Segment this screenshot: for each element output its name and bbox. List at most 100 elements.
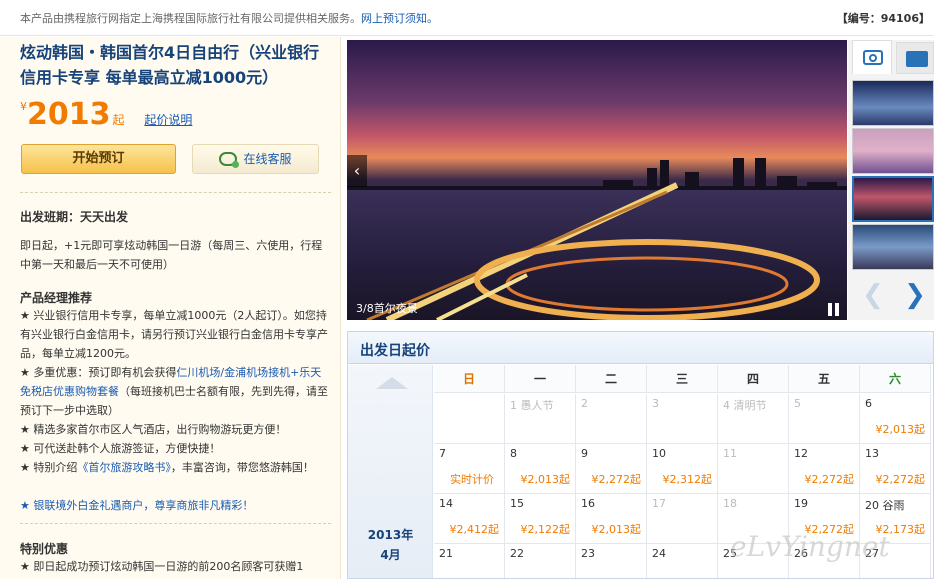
day-number: 15 <box>510 497 524 510</box>
day-number: 10 <box>652 447 666 460</box>
price-explanation-link[interactable]: 起价说明 <box>144 113 192 127</box>
recommend-item-text: ★ 多重优惠：预订即有机会获得 <box>20 366 177 379</box>
calendar-day[interactable]: 14 ¥2,412起 <box>434 494 505 544</box>
seoul-guide-link[interactable]: 《首尔旅游攻略书》 <box>77 461 171 474</box>
calendar-title: 出发日起价 <box>360 343 430 359</box>
day-number: 3 <box>652 397 659 410</box>
day-number: 16 <box>581 497 595 510</box>
day-number: 17 <box>652 497 666 510</box>
weekday-header: 一 <box>505 365 576 393</box>
day-price[interactable]: ¥2,272起 <box>876 471 926 487</box>
weekday-header: 四 <box>718 365 789 393</box>
calendar-year: 2013年 <box>367 528 414 542</box>
day-number: 18 <box>723 497 737 510</box>
recommend-item: ★ 可代送赴韩个人旅游签证，方便快捷！ <box>20 439 330 458</box>
day-number: 19 <box>794 497 808 510</box>
recommend-item-text: ★ 特别介绍 <box>20 461 78 474</box>
thumbnail-next-button[interactable]: ❯ <box>898 278 932 312</box>
recommend-item-text: ★ 可代送赴韩个人旅游签证，方便快捷！ <box>20 442 221 455</box>
start-booking-button[interactable]: 开始预订 <box>21 144 176 174</box>
departure-label: 出发班期：天天出发 <box>20 210 129 224</box>
product-info-panel: 炫动韩国・韩国首尔4日自由行（兴业银行信用卡专享 每单最高立减1000元） ¥2… <box>0 37 341 579</box>
gallery-thumbnail[interactable] <box>852 224 934 270</box>
booking-notice-link[interactable]: 网上预订须知。 <box>361 12 438 25</box>
day-price[interactable]: ¥2,013起 <box>592 521 642 537</box>
calendar-day[interactable]: 15 ¥2,122起 <box>505 494 576 544</box>
day-number: 14 <box>439 497 453 510</box>
photo-gallery[interactable]: ‹ 3/8首尔夜景 <box>347 40 847 320</box>
recommend-item: ★ 兴业银行信用卡专享，每单立减1000元（2人起订）。如您持有兴业银行白金信用… <box>20 306 330 363</box>
divider <box>20 192 331 193</box>
pause-icon[interactable] <box>827 303 841 316</box>
calendar-day: 24 <box>647 544 718 578</box>
thumbnail-prev-button[interactable]: ❮ <box>856 278 890 312</box>
price-value: 2013 <box>27 97 111 132</box>
recommend-item-note: ，丰富咨询，带您悠游韩国！ <box>170 461 314 474</box>
calendar-day[interactable]: 6 ¥2,013起 <box>860 394 931 444</box>
day-number: 1 愚人节 <box>510 399 554 412</box>
day-number: 11 <box>723 447 737 460</box>
day-number: 20 谷雨 <box>865 499 905 512</box>
day-price[interactable]: ¥2,312起 <box>663 471 713 487</box>
day-price[interactable]: ¥2,412起 <box>450 521 500 537</box>
day-price[interactable]: ¥2,272起 <box>592 471 642 487</box>
price-block: ¥2013 起 起价说明 <box>20 97 192 133</box>
weekday-header: 三 <box>647 365 718 393</box>
online-service-label: 在线客服 <box>243 152 292 166</box>
camera-icon <box>863 50 883 65</box>
gallery-caption: 3/8首尔夜景 <box>356 302 418 315</box>
calendar-day: 21 <box>434 544 505 578</box>
product-title: 炫动韩国・韩国首尔4日自由行（兴业银行信用卡专享 每单最高立减1000元） <box>20 43 320 87</box>
tab-videos[interactable] <box>896 42 934 74</box>
day-number: 22 <box>510 547 524 560</box>
calendar-day[interactable]: 9 ¥2,272起 <box>576 444 647 494</box>
day-price[interactable]: 实时计价 <box>450 471 494 487</box>
weekday-header: 日 <box>434 365 505 393</box>
gallery-thumbnail[interactable] <box>852 80 934 126</box>
calendar-day[interactable]: 7 实时计价 <box>434 444 505 494</box>
recommend-item-text: ★ 精选多家首尔市区人气酒店，出行购物游玩更方便！ <box>20 423 287 436</box>
day-price[interactable]: ¥2,122起 <box>521 521 571 537</box>
online-service-button[interactable]: 在线客服 <box>192 144 319 174</box>
chat-icon <box>219 152 240 168</box>
day-number: 23 <box>581 547 595 560</box>
month-label: 2013年 4月 <box>348 525 433 565</box>
day-price[interactable]: ¥2,272起 <box>805 471 855 487</box>
notice-bar: 本产品由携程旅行网指定上海携程国际旅行社有限公司提供相关服务。网上预订须知。 【… <box>0 0 934 36</box>
recommend-item: ★ 精选多家首尔市区人气酒店，出行购物游玩更方便！ <box>20 420 330 439</box>
recommend-label: 产品经理推荐 <box>20 291 93 305</box>
calendar-day[interactable]: 12 ¥2,272起 <box>789 444 860 494</box>
divider <box>20 523 331 524</box>
weekday-header: 五 <box>789 365 860 393</box>
day-number: 24 <box>652 547 666 560</box>
film-icon <box>906 51 928 67</box>
recommend-item: ★ 特别介绍《首尔旅游攻略书》，丰富咨询，带您悠游韩国！ <box>20 458 330 477</box>
month-column: 2013年 4月 <box>348 365 433 578</box>
calendar-day[interactable]: 10 ¥2,312起 <box>647 444 718 494</box>
day-number: 4 清明节 <box>723 399 767 412</box>
day-number: 12 <box>794 447 808 460</box>
unionpay-merchant-link[interactable]: ★ 银联境外白金礼遇商户，尊享商旅非凡精彩！ <box>20 499 253 512</box>
calendar-day: 3 <box>647 394 718 444</box>
gallery-prev-button[interactable]: ‹ <box>347 155 367 187</box>
calendar-day[interactable]: 13 ¥2,272起 <box>860 444 931 494</box>
gallery-thumbnail-active[interactable] <box>852 176 934 222</box>
calendar-header: 出发日起价 <box>348 332 933 364</box>
chevron-up-icon[interactable] <box>376 377 408 389</box>
gallery-thumbnail[interactable] <box>852 128 934 174</box>
weekday-header: 二 <box>576 365 647 393</box>
departure-text: 即日起，+1元即可享炫动韩国一日游（每周三、六使用，行程中第一天和最后一天不可使… <box>20 239 323 271</box>
recommend-item: ★ 银联境外白金礼遇商户，尊享商旅非凡精彩！ <box>20 496 330 515</box>
watermark: eLvYingnet <box>730 530 890 563</box>
day-number: 6 <box>865 397 872 410</box>
bridge-lights <box>366 182 820 320</box>
tab-photos[interactable] <box>852 40 892 74</box>
notice-message: 本产品由携程旅行网指定上海携程国际旅行社有限公司提供相关服务。 <box>20 12 361 25</box>
day-price[interactable]: ¥2,013起 <box>876 421 926 437</box>
day-number: 7 <box>439 447 446 460</box>
calendar-day[interactable]: 16 ¥2,013起 <box>576 494 647 544</box>
price-suffix: 起 <box>112 113 125 127</box>
calendar-day[interactable]: 8 ¥2,013起 <box>505 444 576 494</box>
calendar-day: 4 清明节 <box>718 394 789 444</box>
day-price[interactable]: ¥2,013起 <box>521 471 571 487</box>
